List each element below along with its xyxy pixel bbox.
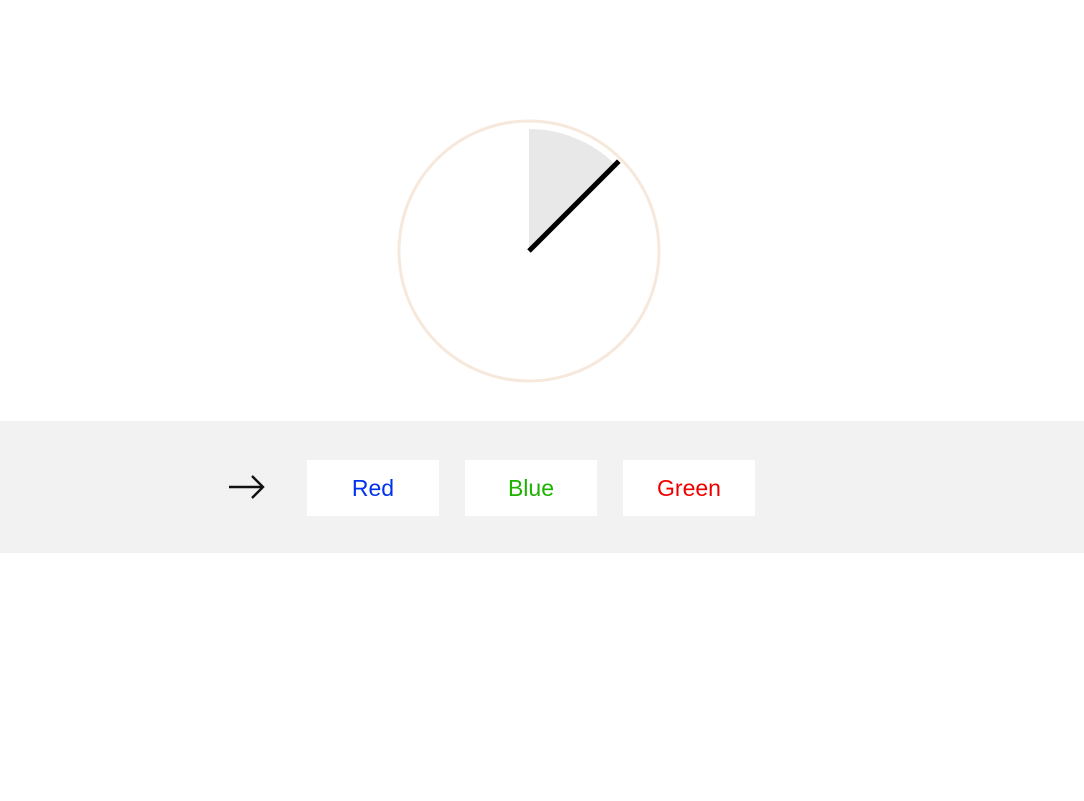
countdown-timer xyxy=(396,118,662,384)
game-screen: Red Blue Green xyxy=(0,0,1084,801)
choice-button-blue[interactable]: Blue xyxy=(465,460,597,516)
timer-dial xyxy=(397,119,661,383)
choice-button-red[interactable]: Red xyxy=(307,460,439,516)
choice-button-green[interactable]: Green xyxy=(623,460,755,516)
arrow-right-icon xyxy=(228,472,266,502)
